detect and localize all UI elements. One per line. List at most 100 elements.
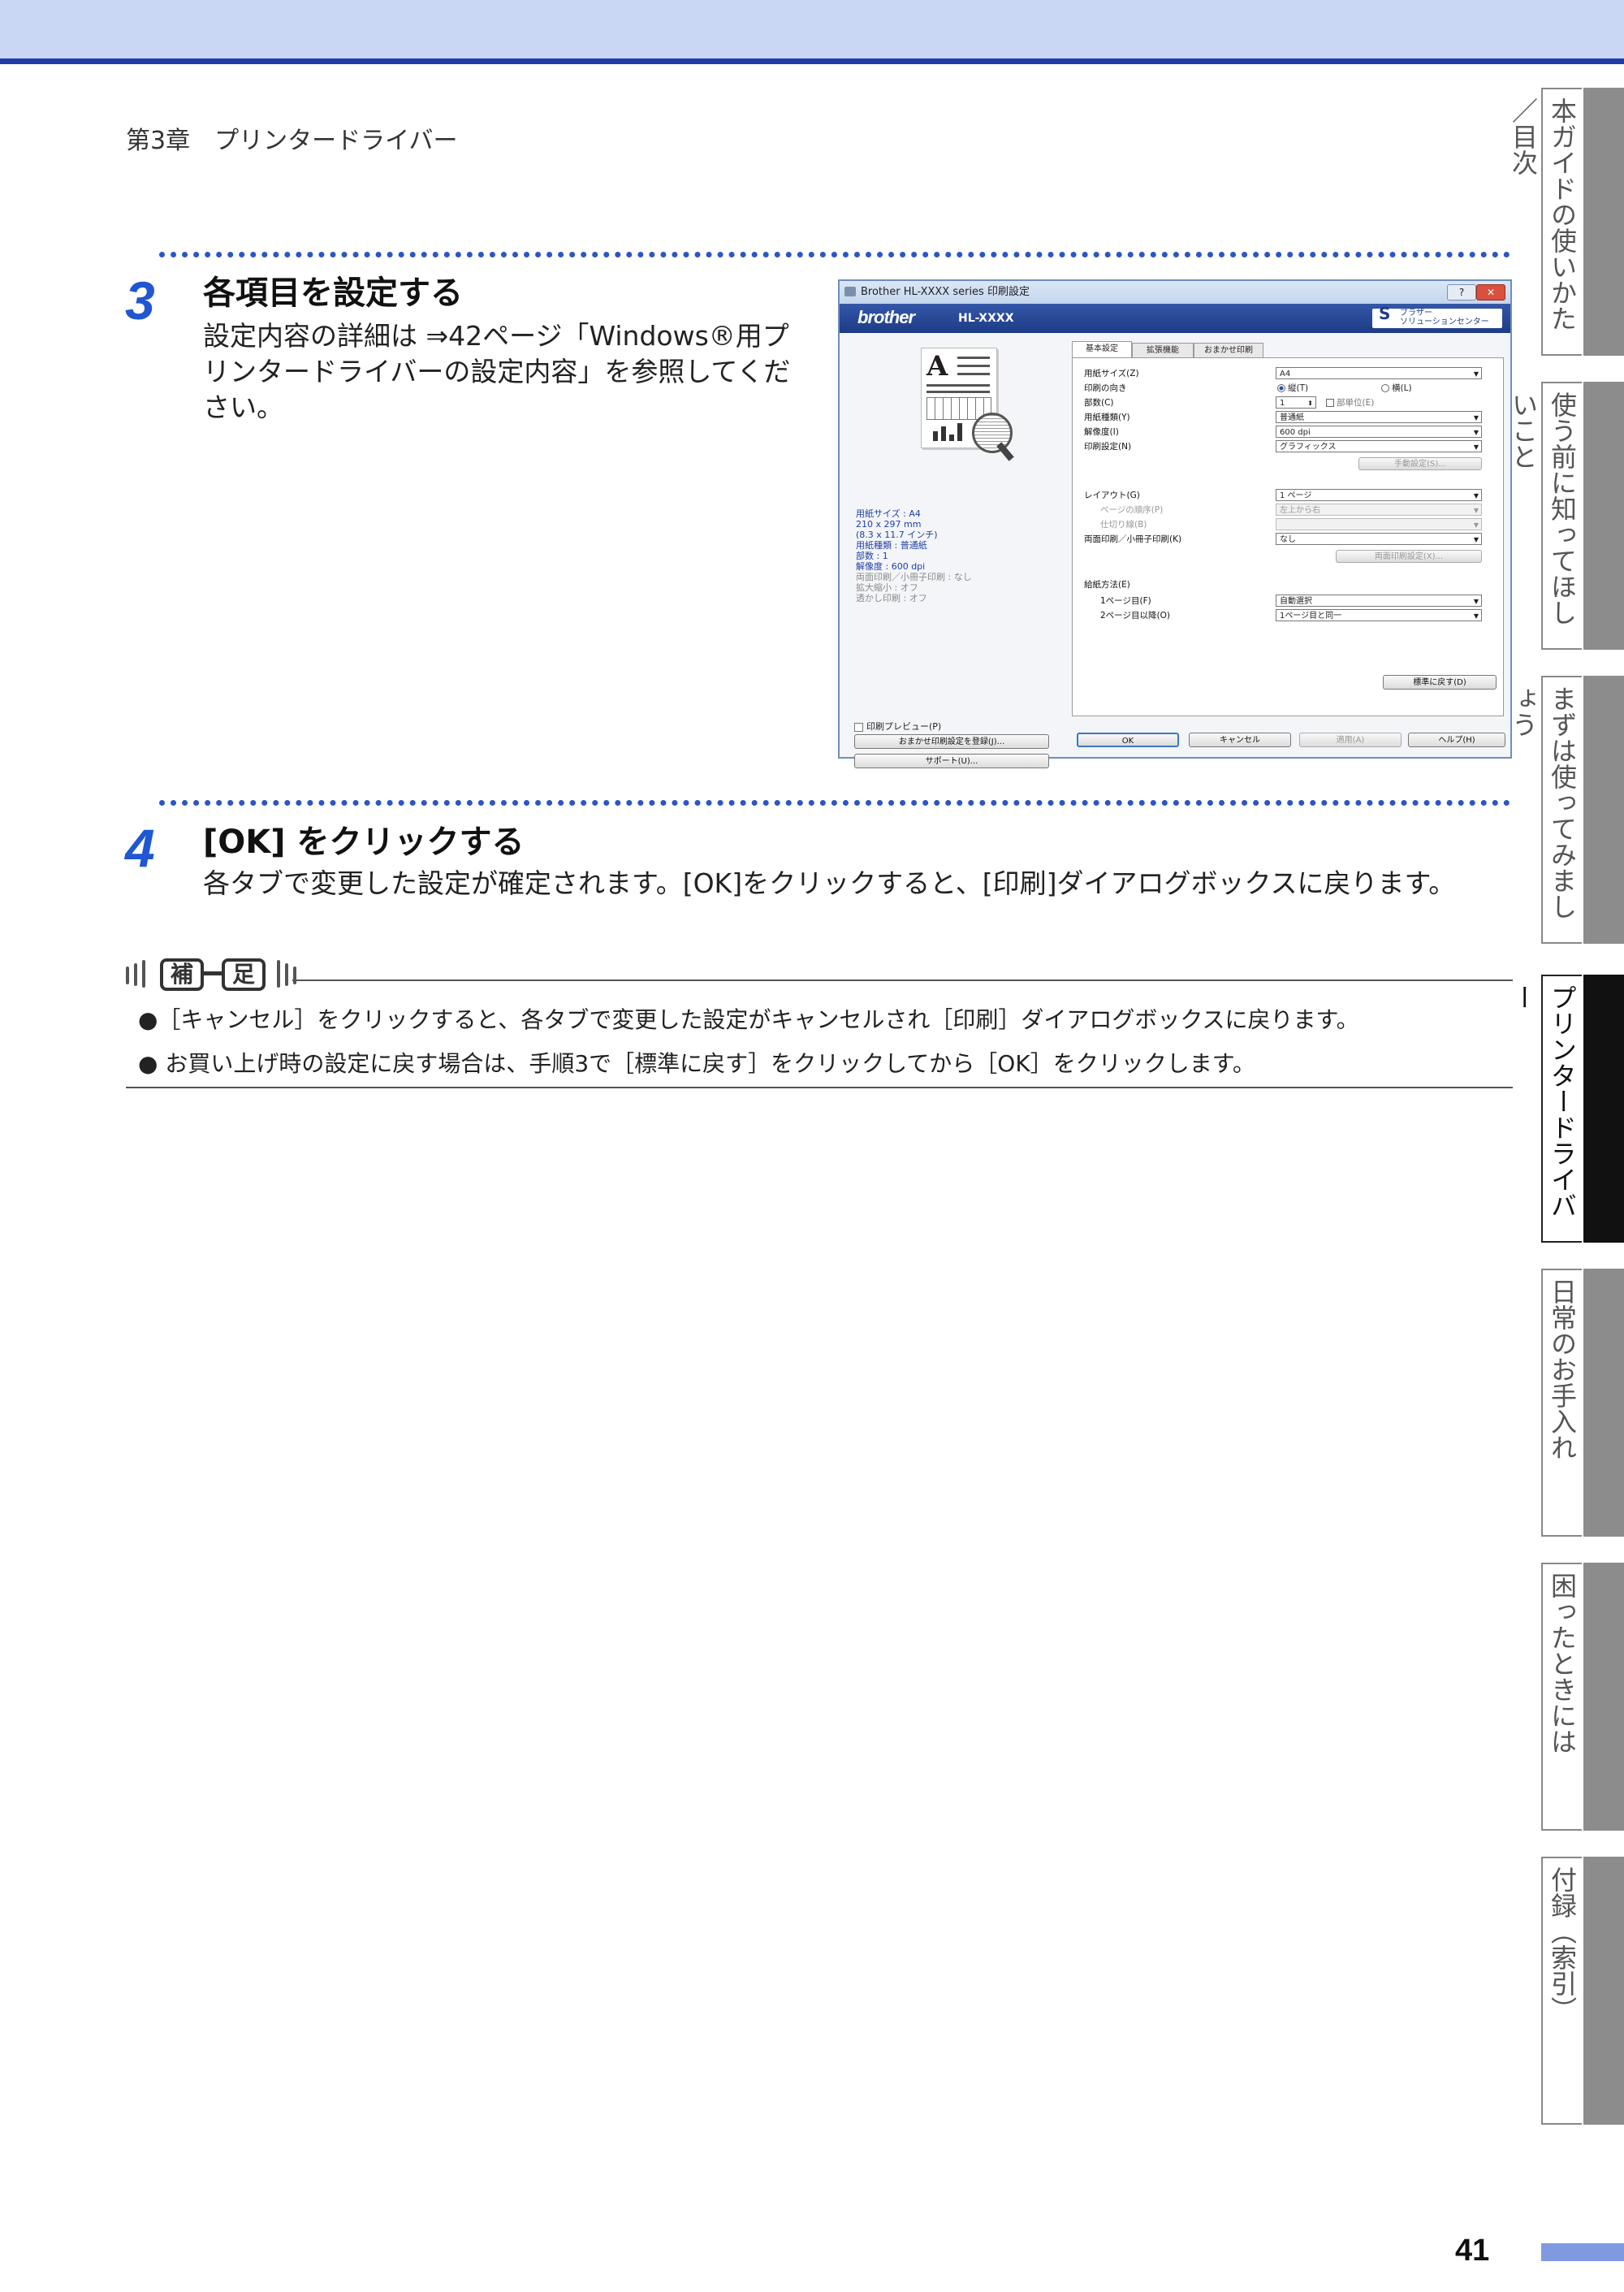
border-label: 仕切り線(B) — [1100, 520, 1147, 530]
resolution-select[interactable]: 600 dpi ▼ — [1276, 426, 1482, 438]
tab-advanced[interactable]: 拡張機能 — [1132, 343, 1194, 358]
solutions-label: ソリューションセンター — [1400, 318, 1489, 327]
step3-body-line: 設定内容の詳細は ⇒42ページ「Windows®用プ — [203, 320, 789, 352]
other-pages-value: 1ページ目と同一 — [1280, 612, 1342, 621]
paper-size-select[interactable]: A4 ▼ — [1276, 367, 1482, 379]
step3-body-line: さい。 — [203, 391, 283, 423]
copies-value: 1 — [1280, 399, 1285, 408]
first-page-value: 自動選択 — [1280, 597, 1312, 606]
chevron-down-icon: ▼ — [1473, 612, 1479, 620]
print-preview-checkbox[interactable]: 印刷プレビュー(P) — [854, 720, 941, 733]
step4-title: [OK] をクリックする — [203, 824, 525, 861]
preview-line — [957, 373, 990, 375]
chevron-down-icon: ▼ — [1473, 443, 1479, 451]
side-tab-getting-started[interactable]: まずは使ってみましょう — [1508, 676, 1624, 944]
other-pages-select[interactable]: 1ページ目と同一 ▼ — [1276, 609, 1482, 621]
side-tab-before-use[interactable]: 使う前に知ってほしいこと — [1508, 382, 1624, 650]
side-tab-appendix[interactable]: 付録（索引） — [1541, 1857, 1624, 2125]
paper-size-row: 用紙サイズ(Z) A4 ▼ — [1073, 366, 1503, 381]
preview-pane: A 用紙サイズ : A4 210 x 297 mm (8.3 x 11.7 イン… — [846, 338, 1049, 768]
side-tab-label: まずは使ってみましょう — [1508, 676, 1582, 944]
tab-basic[interactable]: 基本設定 — [1072, 341, 1132, 359]
side-tab-label: 日常のお手入れ — [1541, 1269, 1582, 1537]
print-setting-select[interactable]: グラフィックス ▼ — [1276, 440, 1482, 452]
border-row: 仕切り線(B) ▼ — [1073, 517, 1503, 532]
side-tab-printer-driver[interactable]: プリンタードライバー — [1508, 975, 1624, 1243]
help-button[interactable]: ヘルプ(H) — [1408, 733, 1505, 747]
media-type-select[interactable]: 普通紙 ▼ — [1276, 411, 1482, 423]
step3-title: 各項目を設定する — [203, 275, 463, 312]
radio-checked-icon — [1277, 384, 1285, 392]
side-tab-bar — [1583, 1563, 1624, 1831]
duplex-settings-button[interactable]: 両面印刷設定(X)... — [1336, 550, 1482, 563]
layout-select[interactable]: 1 ページ ▼ — [1276, 489, 1482, 501]
side-tab-troubleshooting[interactable]: 困ったときには — [1541, 1563, 1624, 1831]
close-icon[interactable]: ✕ — [1476, 284, 1505, 301]
side-tab-bar — [1583, 1269, 1624, 1537]
preview-line — [957, 357, 990, 359]
chevron-down-icon: ▼ — [1473, 507, 1479, 514]
media-type-row: 用紙種類(Y) 普通紙 ▼ — [1073, 410, 1503, 425]
first-page-label: 1ページ目(F) — [1100, 596, 1151, 606]
summary-line: (8.3 x 11.7 インチ) — [856, 530, 938, 540]
solutions-center-link[interactable]: S ブラザー ソリューションセンター — [1372, 305, 1502, 328]
chevron-down-icon: ▼ — [1473, 521, 1479, 529]
apply-button[interactable]: 適用(A) — [1299, 733, 1402, 747]
page-number-bar — [1541, 2243, 1624, 2261]
paper-size-value: A4 — [1280, 370, 1291, 378]
side-tab-label: 付録（索引） — [1541, 1857, 1582, 2125]
manual-settings-button[interactable]: 手動設定(S)... — [1358, 457, 1482, 470]
chapter-title: 第3章 プリンタードライバー — [126, 127, 458, 155]
support-button[interactable]: サポート(U)... — [854, 754, 1049, 768]
note-bottom-rule — [126, 1087, 1513, 1088]
preview-bar — [933, 431, 938, 441]
step3-body: 設定内容の詳細は ⇒42ページ「Windows®用プ リンタードライバーの設定内… — [203, 318, 790, 426]
cancel-button[interactable]: キャンセル — [1189, 733, 1291, 747]
restore-default-button[interactable]: 標準に戻す(D) — [1383, 675, 1497, 690]
portrait-radio[interactable]: 縦(T) — [1277, 381, 1308, 396]
side-tab-maintenance[interactable]: 日常のお手入れ — [1541, 1269, 1624, 1537]
side-tab-bar — [1583, 676, 1624, 944]
side-tab-label: 本ガイドの使いかた／目次 — [1508, 88, 1582, 356]
settings-summary: 用紙サイズ : A4 210 x 297 mm (8.3 x 11.7 インチ)… — [856, 508, 972, 603]
step3-body-line: リンタードライバーの設定内容」を参照してくだ — [203, 356, 791, 387]
layout-row: レイアウト(G) 1 ページ ▼ — [1073, 488, 1503, 503]
help-icon[interactable]: ? — [1447, 284, 1476, 301]
portrait-label: 縦(T) — [1288, 383, 1309, 393]
checkbox-label: 印刷プレビュー(P) — [866, 721, 942, 732]
printer-icon — [844, 287, 856, 296]
header-band — [0, 0, 1624, 58]
note-rule — [292, 980, 1513, 981]
duplex-select[interactable]: なし ▼ — [1276, 533, 1482, 545]
ok-button[interactable]: OK — [1077, 733, 1179, 747]
note-bullet: ● お買い上げ時の設定に戻す場合は、手順3で［標準に戻す］をクリックしてから［O… — [138, 1050, 1255, 1077]
note-connector — [204, 971, 222, 975]
media-type-value: 普通紙 — [1280, 413, 1304, 422]
other-pages-row: 2ページ目以降(O) 1ページ目と同一 ▼ — [1073, 608, 1503, 623]
solutions-label: ブラザー — [1400, 309, 1432, 318]
tab-presets[interactable]: おまかせ印刷 — [1194, 343, 1263, 358]
collate-label: 部単位(E) — [1337, 398, 1375, 408]
landscape-radio[interactable]: 横(L) — [1381, 381, 1412, 396]
resolution-value: 600 dpi — [1280, 428, 1311, 437]
orientation-row: 印刷の向き 縦(T) 横(L) — [1073, 381, 1503, 396]
register-preset-button[interactable]: おまかせ印刷設定を登録(J)... — [854, 734, 1049, 749]
duplex-row: 両面印刷／小冊子印刷(K) なし ▼ — [1073, 532, 1503, 547]
chevron-down-icon: ▼ — [1473, 536, 1479, 543]
copies-label: 部数(C) — [1084, 398, 1114, 408]
preview-line — [926, 384, 990, 387]
chevron-down-icon: ▼ — [1473, 598, 1479, 605]
copies-stepper[interactable]: 1 ⬍ — [1276, 396, 1316, 409]
page-order-select[interactable]: 左上から右 ▼ — [1276, 504, 1482, 516]
summary-line: 用紙種類 : 普通紙 — [856, 540, 927, 551]
side-tab-guide[interactable]: 本ガイドの使いかた／目次 — [1508, 88, 1624, 356]
dialog-titlebar: Brother HL-XXXX series 印刷設定 ? ✕ — [840, 281, 1510, 304]
step3-number: 3 — [125, 270, 155, 331]
first-page-select[interactable]: 自動選択 ▼ — [1276, 595, 1482, 607]
collate-checkbox[interactable]: 部単位(E) — [1326, 396, 1374, 410]
border-select[interactable]: ▼ — [1276, 518, 1482, 530]
resolution-label: 解像度(I) — [1084, 427, 1119, 437]
checkbox-icon — [1326, 399, 1334, 407]
spinner-icon: ⬍ — [1307, 400, 1313, 407]
summary-line: 透かし印刷 : オフ — [856, 593, 927, 603]
